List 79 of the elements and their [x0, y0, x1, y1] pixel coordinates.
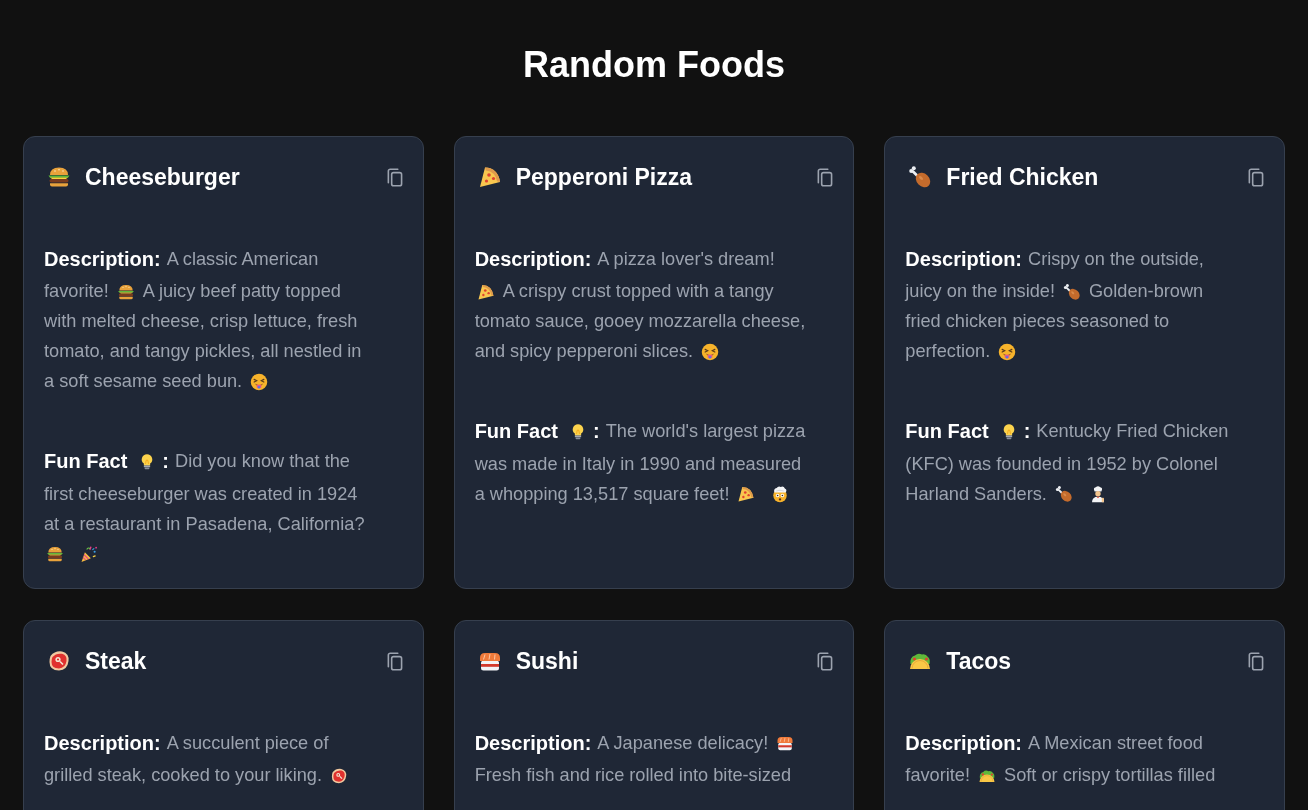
copy-icon	[816, 167, 834, 187]
copy-button[interactable]	[816, 651, 834, 671]
section-label: Description:	[474, 731, 592, 755]
section-text: at a restaurant in Pasadena, California?	[44, 513, 365, 535]
section-text: A crispy crust topped with a tangy	[502, 281, 774, 302]
section-text: first cheeseburger was created in 1924	[44, 483, 358, 505]
section-text: A juicy beef patty topped	[142, 281, 341, 302]
card-title: Pepperoni Pizza	[515, 163, 693, 191]
copy-icon	[1247, 167, 1264, 187]
copy-button[interactable]	[1247, 651, 1264, 671]
section-label: Description:	[44, 731, 161, 755]
copy-button[interactable]	[385, 651, 403, 671]
section-text: (KFC) was founded in 1952 by Colonel	[905, 453, 1218, 475]
copy-icon	[385, 651, 403, 671]
card-title: Fried Chicken	[946, 163, 1099, 191]
section-text: A succulent piece of	[166, 732, 329, 754]
pizza-slice-icon	[737, 485, 756, 503]
pizza-slice-icon	[476, 282, 495, 301]
section-label: Description:	[44, 247, 161, 271]
section-text: Harland Sanders.	[905, 483, 1047, 505]
drumstick-icon	[1062, 282, 1081, 301]
section-text: Soft or crispy tortillas filled	[1004, 765, 1216, 786]
section-label: Description:	[905, 731, 1022, 755]
burger-icon	[116, 282, 135, 301]
steak-icon	[47, 649, 71, 673]
section-text: fried chicken pieces seasoned to	[905, 311, 1170, 332]
section-text: Fresh fish and rice rolled into bite-sized	[474, 765, 792, 786]
section-text: tomato sauce, gooey mozzarella cheese,	[474, 311, 806, 332]
sushi-icon	[776, 734, 795, 752]
section-text: juicy on the inside!	[905, 281, 1055, 302]
copy-button[interactable]	[1247, 167, 1264, 187]
drumstick-icon	[1054, 485, 1073, 503]
section-text: Did you know that the	[175, 451, 350, 472]
section-label: :	[1023, 420, 1031, 443]
section-text: A pizza lover's dream!	[597, 248, 775, 270]
card-title: Cheeseburger	[85, 163, 240, 191]
tongue-face-icon	[701, 342, 720, 361]
section-text: A Japanese delicacy!	[597, 732, 769, 754]
copy-button[interactable]	[385, 167, 403, 187]
section-text: Golden-brown	[1088, 281, 1204, 302]
pizza-slice-icon	[477, 165, 502, 189]
section-text: tomato, and tangy pickles, all nestled in	[44, 341, 362, 362]
copy-button[interactable]	[816, 167, 834, 187]
tongue-face-icon	[998, 342, 1017, 361]
section-text: Kentucky Fried Chicken	[1036, 421, 1229, 442]
section-text: with melted cheese, crisp lettuce, fresh	[44, 311, 358, 332]
tongue-face-icon	[250, 372, 269, 391]
card-title: Tacos	[946, 647, 1012, 675]
section-text: grilled steak, cooked to your liking.	[44, 765, 322, 786]
section-label: Description:	[474, 247, 592, 271]
section-label: Fun Fact	[44, 450, 128, 473]
section-text: favorite!	[44, 281, 109, 302]
section-label: Fun Fact	[905, 420, 989, 443]
section-text: perfection.	[905, 341, 991, 362]
section-text: A classic American	[166, 248, 319, 270]
copy-icon	[385, 167, 403, 187]
card-title: Sushi	[515, 647, 579, 675]
page-title: Random Foods	[522, 43, 786, 87]
card-title: Steak	[85, 647, 147, 675]
section-text: a soft sesame seed bun.	[44, 371, 243, 392]
section-text: was made in Italy in 1990 and measured	[474, 453, 802, 475]
copy-icon	[1247, 651, 1264, 671]
steak-icon	[330, 766, 348, 785]
section-text: a whopping 13,517 square feet!	[474, 483, 730, 505]
section-text: and spicy pepperoni slices.	[474, 341, 694, 362]
copy-icon	[816, 651, 834, 671]
burger-icon	[47, 165, 71, 189]
burger-icon	[46, 545, 64, 563]
section-label: :	[593, 420, 600, 443]
section-text: favorite!	[905, 765, 971, 786]
section-text: A Mexican street food	[1028, 732, 1203, 754]
party-popper-icon	[80, 545, 98, 563]
drumstick-icon	[908, 165, 933, 189]
section-text: Crispy on the outside,	[1028, 248, 1204, 270]
section-label: Fun Fact	[474, 420, 558, 443]
section-label: :	[162, 450, 169, 473]
section-text: The world's largest pizza	[605, 421, 806, 442]
section-label: Description:	[905, 247, 1022, 271]
exploding-head-icon	[771, 485, 790, 503]
